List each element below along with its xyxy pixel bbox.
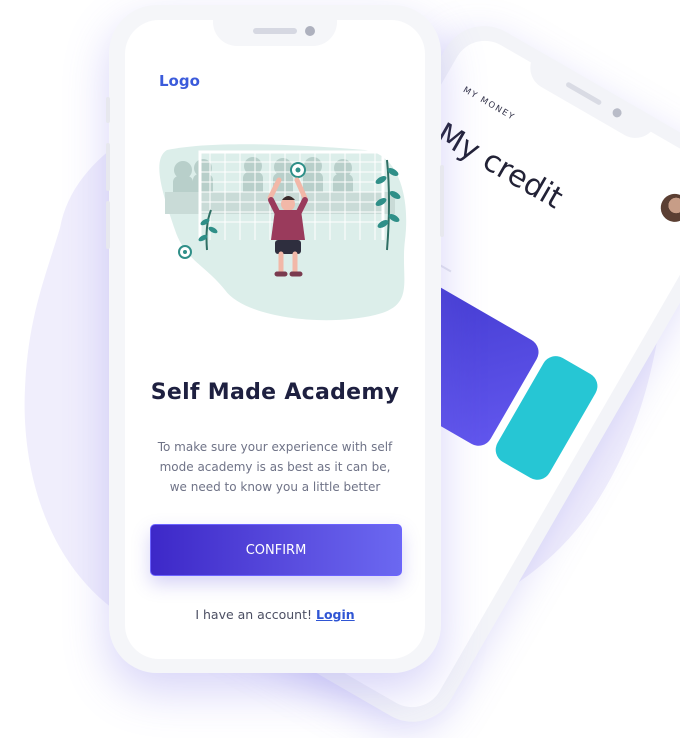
- volume-down-button: [106, 201, 110, 249]
- front-phone-notch: [213, 10, 337, 46]
- login-link[interactable]: Login: [316, 607, 355, 622]
- camera: [610, 106, 624, 119]
- logo[interactable]: Logo: [159, 72, 200, 90]
- speaker: [565, 81, 603, 106]
- account-prompt-text: I have an account!: [195, 607, 312, 622]
- front-phone: Logo Self Made Academy To make sure your…: [106, 5, 444, 673]
- goalkeeper-illustration: [159, 144, 407, 321]
- description-text: To make sure your experience with self m…: [157, 440, 393, 494]
- section-label: MY MONEY: [461, 85, 517, 123]
- side-button: [106, 97, 110, 123]
- power-button: [440, 165, 444, 237]
- volume-up-button: [106, 143, 110, 191]
- avatar[interactable]: [655, 188, 680, 228]
- credit-title: My credit: [430, 116, 569, 217]
- camera: [305, 26, 315, 36]
- front-phone-screen: Logo Self Made Academy To make sure your…: [125, 20, 425, 659]
- account-prompt: I have an account! Login: [125, 607, 425, 622]
- confirm-button[interactable]: CONFIRM: [150, 524, 402, 576]
- page-title: Self Made Academy: [150, 380, 400, 405]
- speaker: [253, 28, 297, 34]
